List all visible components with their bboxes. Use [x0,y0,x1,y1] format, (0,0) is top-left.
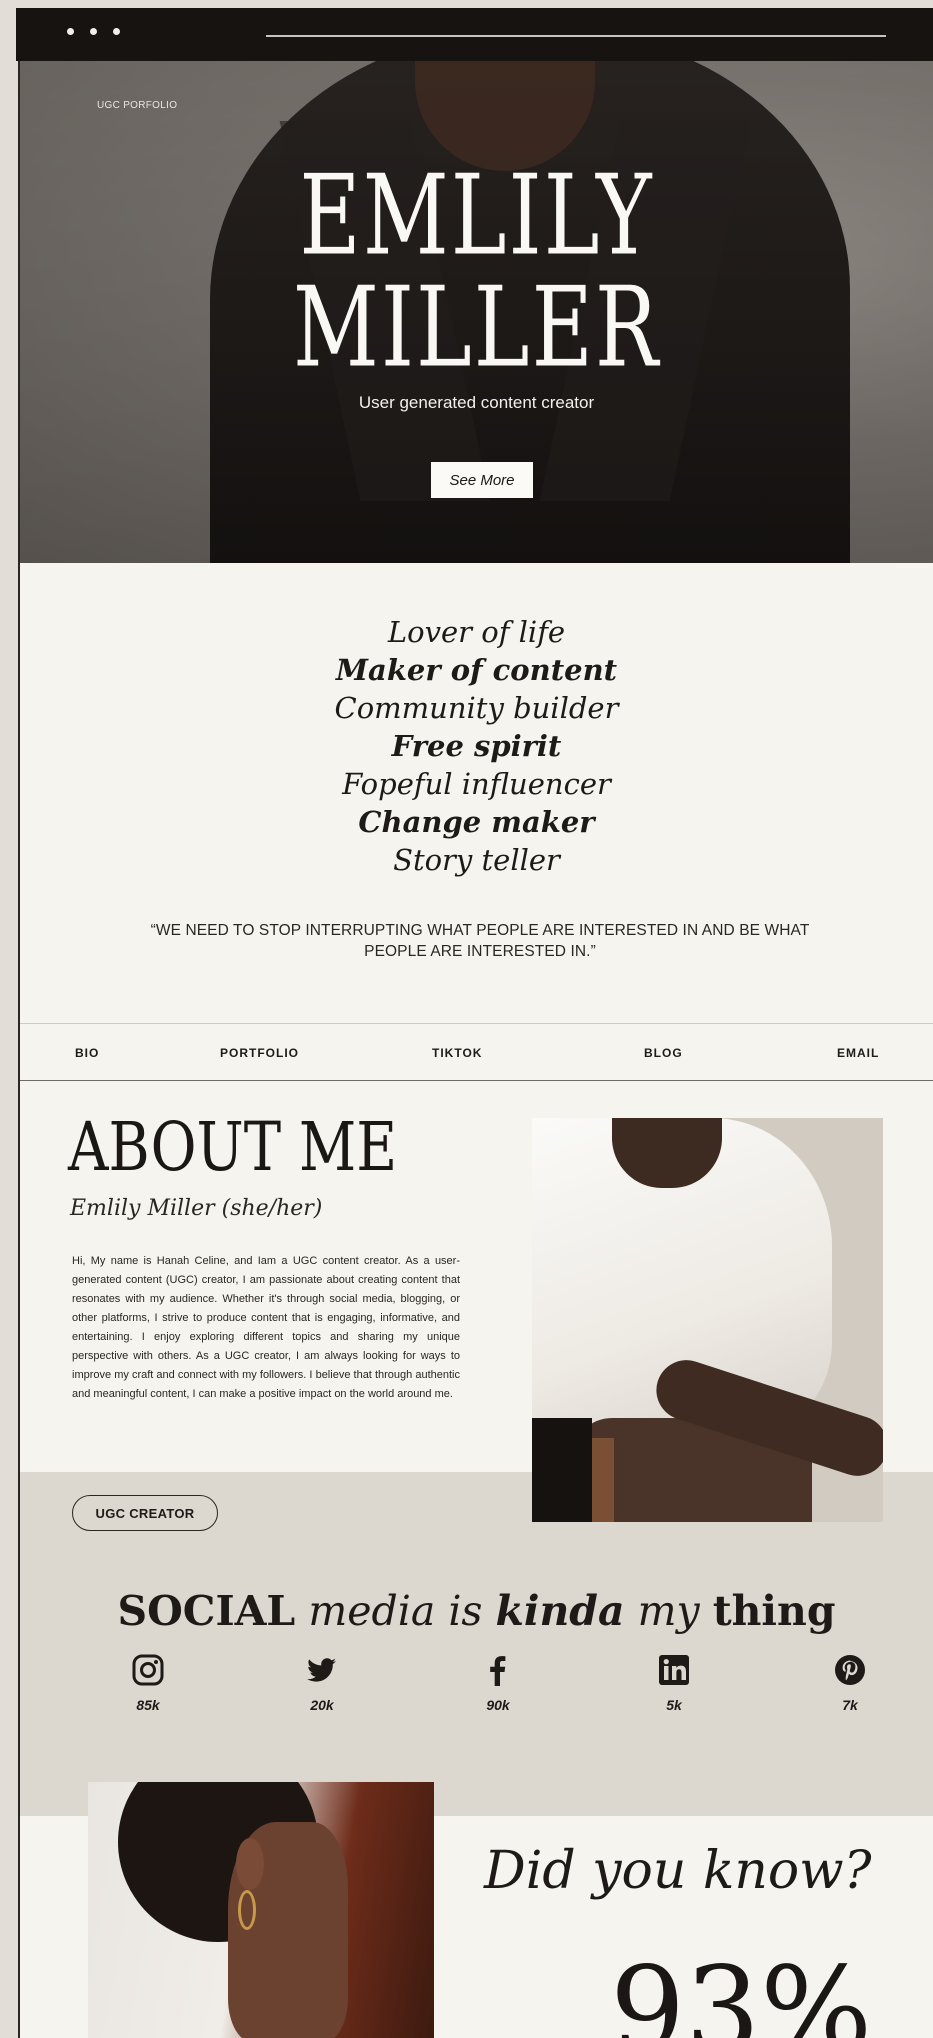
instagram-link[interactable]: 85k [108,1653,188,1713]
facebook-count: 90k [486,1697,510,1713]
photo-ear [236,1838,264,1890]
quote-text: “WE NEED TO STOP INTERRUPTING WHAT PEOPL… [150,922,810,960]
window-controls [67,28,120,35]
linkedin-link[interactable]: 5k [634,1653,714,1713]
see-more-button[interactable]: See More [431,462,533,498]
social-heading: SOCIAL media is kinda my thing [20,1587,933,1635]
instagram-count: 85k [136,1697,160,1713]
ugc-creator-badge[interactable]: UGC CREATOR [72,1495,218,1531]
photo-chair-leg [592,1438,614,1522]
browser-chrome [16,8,933,61]
about-photo [532,1118,883,1522]
trait-item: Free spirit [391,729,562,763]
nav-email[interactable]: EMAIL [837,1046,879,1060]
pinterest-icon [835,1655,865,1685]
trait-item: Community builder [334,691,619,725]
close-dot[interactable] [67,28,74,35]
hero-last-name: MILLER [292,262,661,392]
photo-pants [532,1418,592,1522]
twitter-link[interactable]: 20k [282,1653,362,1713]
minimize-dot[interactable] [90,28,97,35]
social-heading-word: is [448,1587,483,1635]
about-title: ABOUT ME [68,1109,398,1187]
did-you-know-photo [88,1782,434,2038]
maximize-dot[interactable] [113,28,120,35]
about-name: Emlily Miller (she/her) [70,1196,323,1221]
twitter-count: 20k [310,1697,334,1713]
pinterest-link[interactable]: 7k [810,1653,890,1713]
twitter-icon [307,1658,336,1682]
instagram-icon [132,1654,164,1686]
did-you-know-heading: Did you know? [484,1841,872,1901]
portfolio-tag: UGC PORFOLIO [97,100,178,111]
trait-item: Maker of content [335,653,618,687]
nav-blog[interactable]: BLOG [644,1046,683,1060]
trait-item: Story teller [393,843,560,877]
section-nav: BIO PORTFOLIO TIKTOK BLOG EMAIL [20,1023,933,1081]
portfolio-page: UGC PORFOLIO EMLILY MILLER User generate… [20,61,933,2038]
hoop-earring [238,1890,256,1930]
social-heading-word: media [308,1587,436,1635]
nav-tiktok[interactable]: TIKTOK [432,1046,482,1060]
did-you-know-stat: 93% [610,1941,873,2038]
hero-section: UGC PORFOLIO EMLILY MILLER User generate… [20,61,933,563]
about-body: Hi, My name is Hanah Celine, and Iam a U… [72,1255,460,1400]
trait-item: Fopeful influencer [342,767,611,801]
nav-portfolio[interactable]: PORTFOLIO [220,1046,299,1060]
social-heading-word: SOCIAL [117,1587,296,1635]
linkedin-icon [659,1655,689,1685]
hero-first-name: EMLILY [299,150,654,280]
pinterest-count: 7k [842,1697,858,1713]
traits-list: Lover of life Maker of content Community… [20,613,933,879]
hero-subtitle: User generated content creator [358,393,595,412]
facebook-icon [490,1656,506,1686]
linkedin-count: 5k [666,1697,682,1713]
trait-item: Lover of life [387,615,566,649]
trait-item: Change maker [358,805,595,839]
nav-bio[interactable]: BIO [75,1046,99,1060]
social-heading-word: thing [712,1587,836,1635]
facebook-link[interactable]: 90k [458,1653,538,1713]
social-heading-word: my [637,1587,700,1635]
social-heading-word: kinda [495,1587,625,1635]
address-bar[interactable] [266,35,886,37]
